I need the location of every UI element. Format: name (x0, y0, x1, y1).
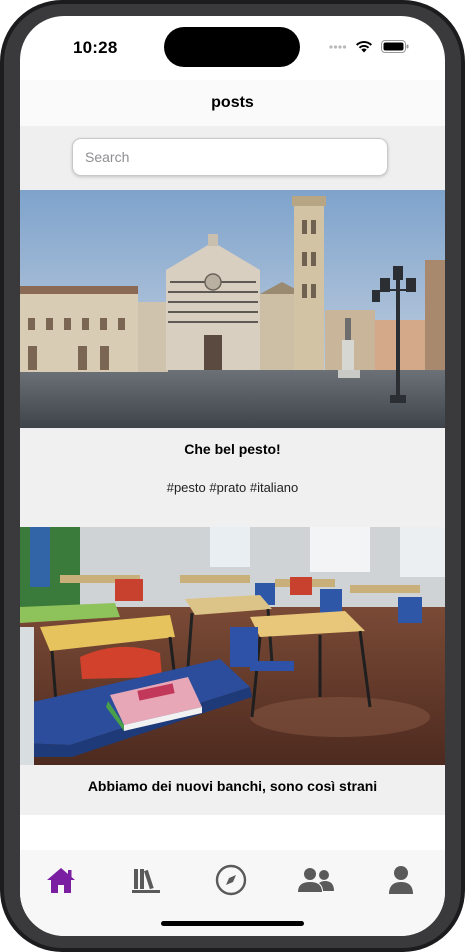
tab-home[interactable] (36, 860, 86, 900)
cathedral-photo (20, 190, 445, 428)
search-bar-container (20, 126, 445, 190)
post-caption: Che bel pesto! (184, 441, 281, 457)
post-caption: Abbiamo dei nuovi banchi, sono così stra… (87, 778, 378, 794)
home-icon (47, 868, 75, 893)
library-icon (132, 869, 160, 893)
tab-friends[interactable] (291, 860, 341, 900)
navigation-bar: posts (20, 80, 445, 126)
post-card[interactable]: Che bel pesto! #pesto #prato #italiano (20, 190, 445, 527)
tab-explore[interactable] (206, 860, 256, 900)
page-title: posts (211, 94, 254, 111)
cellular-signal-icon (329, 44, 347, 49)
post-tags: #pesto #prato #italiano (166, 480, 299, 495)
wifi-icon (356, 40, 372, 53)
phone-screen: 10:28 posts Search Che bel pesto! #pesto… (20, 16, 445, 936)
post-card[interactable]: Abbiamo dei nuovi banchi, sono così stra… (20, 527, 445, 815)
compass-icon (215, 864, 247, 896)
home-indicator[interactable] (161, 921, 304, 926)
tab-library[interactable] (121, 860, 171, 900)
profile-icon (389, 866, 413, 894)
tab-profile[interactable] (376, 860, 426, 900)
battery-icon (381, 40, 409, 53)
status-icons (329, 40, 409, 53)
classroom-photo (20, 527, 445, 765)
status-bar: 10:28 (20, 16, 445, 80)
users-icon (298, 868, 334, 892)
post-feed[interactable]: Che bel pesto! #pesto #prato #italiano A… (20, 190, 445, 850)
search-input[interactable] (72, 138, 388, 176)
status-time: 10:28 (73, 38, 118, 57)
dynamic-island (164, 27, 300, 67)
